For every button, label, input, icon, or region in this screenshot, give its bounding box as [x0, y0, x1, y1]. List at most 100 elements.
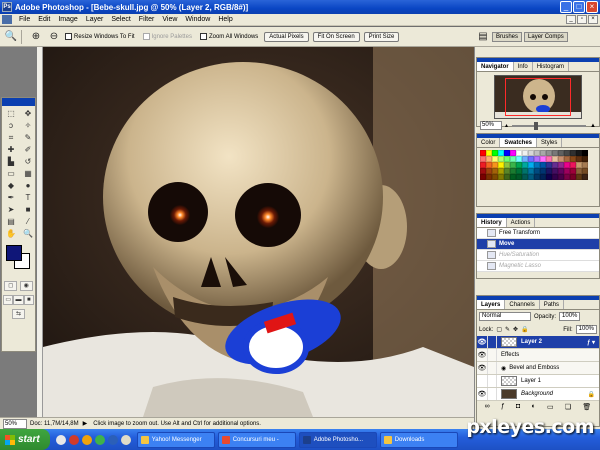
layer-effects-row[interactable]: 👁 Effects: [477, 349, 599, 362]
gradient-tool-icon[interactable]: ▦: [20, 168, 36, 179]
lock-position-icon[interactable]: ✥: [513, 326, 518, 333]
visibility-eye-icon[interactable]: 👁: [477, 364, 487, 372]
zoom-in-icon[interactable]: ⊕: [29, 30, 43, 44]
healing-brush-icon[interactable]: ✚: [3, 144, 19, 155]
layer-row[interactable]: Layer 1: [477, 375, 599, 388]
lock-all-icon[interactable]: 🔒: [521, 326, 528, 333]
history-brush-icon[interactable]: ↺: [20, 156, 36, 167]
layer-row[interactable]: 👁 Layer 2 ƒ ▾: [477, 336, 599, 349]
desktop-icon[interactable]: [55, 434, 66, 445]
layer-row[interactable]: 👁 Background 🔒: [477, 388, 599, 401]
tab-history[interactable]: History: [477, 218, 507, 227]
tab-info[interactable]: Info: [514, 62, 533, 71]
path-selection-icon[interactable]: ➤: [3, 204, 19, 215]
zoom-tool-box-icon[interactable]: 🔍: [20, 228, 36, 239]
actual-pixels-button[interactable]: Actual Pixels: [264, 31, 309, 42]
zoom-out-icon[interactable]: ⊖: [47, 30, 61, 44]
crop-tool-icon[interactable]: ⌗: [3, 132, 19, 143]
document-icon[interactable]: [2, 15, 12, 24]
menu-view[interactable]: View: [158, 16, 181, 23]
effect-eye-icon[interactable]: ◉: [501, 365, 506, 372]
imageready-icon[interactable]: ⇆: [12, 309, 25, 319]
magic-wand-tool-icon[interactable]: ✧: [20, 120, 36, 131]
fill-field[interactable]: 100%: [575, 325, 597, 334]
color-swatch[interactable]: [582, 174, 588, 180]
tab-color[interactable]: Color: [477, 138, 501, 147]
clone-stamp-icon[interactable]: ▙: [3, 156, 19, 167]
tab-actions[interactable]: Actions: [507, 218, 536, 227]
navigator-zoom-out-icon[interactable]: ▴: [505, 122, 508, 129]
ignore-palettes-checkbox[interactable]: Ignore Palettes: [142, 33, 192, 40]
hand-tool-icon[interactable]: ✋: [3, 228, 19, 239]
move-tool-icon[interactable]: ✥: [20, 108, 36, 119]
history-item[interactable]: Hue/Saturation: [477, 250, 599, 261]
eraser-tool-icon[interactable]: ▭: [3, 168, 19, 179]
maximize-button[interactable]: □: [573, 1, 585, 13]
zoom-all-windows-checkbox[interactable]: Zoom All Windows: [199, 33, 258, 40]
start-button[interactable]: start: [0, 429, 50, 450]
lasso-tool-icon[interactable]: ↄ: [3, 120, 19, 131]
new-group-icon[interactable]: ▭: [547, 403, 554, 411]
blur-tool-icon[interactable]: ◆: [3, 180, 19, 191]
folder-icon[interactable]: [120, 434, 131, 445]
link-layers-icon[interactable]: ∞: [485, 403, 490, 411]
status-menu-arrow-icon[interactable]: ▶: [83, 420, 88, 427]
taskbar-item[interactable]: Concursuri meu -: [217, 431, 296, 448]
shape-tool-icon[interactable]: ■: [20, 204, 36, 215]
pen-tool-icon[interactable]: ✒: [3, 192, 19, 203]
history-item[interactable]: Free Transform: [477, 228, 599, 239]
close-button[interactable]: ×: [586, 1, 598, 13]
doc-restore-button[interactable]: ▫: [577, 15, 587, 24]
screen-mode-full-icon[interactable]: ▬: [13, 295, 24, 305]
delete-layer-icon[interactable]: 🗑: [582, 403, 591, 411]
layer-effects-icon[interactable]: ƒ ▾: [587, 339, 595, 346]
zoom-tool-icon[interactable]: 🔍: [4, 30, 18, 44]
dodge-tool-icon[interactable]: ●: [20, 180, 36, 191]
layer-link-slot[interactable]: [487, 375, 497, 387]
notes-tool-icon[interactable]: ▤: [3, 216, 19, 227]
fit-on-screen-button[interactable]: Fit On Screen: [312, 31, 360, 42]
navigator-zoom-field[interactable]: 50%: [480, 121, 502, 130]
slice-tool-icon[interactable]: ✎: [20, 132, 36, 143]
menu-help[interactable]: Help: [214, 16, 236, 23]
firefox-icon[interactable]: [81, 434, 92, 445]
eyedropper-tool-icon[interactable]: ⁄: [20, 216, 36, 227]
quick-mask-icon[interactable]: ◉: [19, 281, 33, 291]
taskbar-item[interactable]: Yahoo! Messenger: [136, 431, 215, 448]
marquee-tool-icon[interactable]: ⬚: [3, 108, 19, 119]
menu-layer[interactable]: Layer: [82, 16, 108, 23]
resize-windows-checkbox[interactable]: Resize Windows To Fit: [65, 33, 135, 40]
tab-paths[interactable]: Paths: [540, 300, 565, 309]
layer-link-slot[interactable]: [487, 388, 497, 400]
layer-comps-tab[interactable]: Layer Comps: [524, 32, 568, 42]
blend-mode-select[interactable]: Normal: [479, 312, 531, 321]
navigator-zoom-in-icon[interactable]: ▲: [590, 123, 596, 129]
add-style-icon[interactable]: ƒ: [501, 403, 505, 411]
menu-window[interactable]: Window: [181, 16, 214, 23]
tab-channels[interactable]: Channels: [505, 300, 540, 309]
media-icon[interactable]: [107, 434, 118, 445]
new-adjustment-icon[interactable]: ◐: [532, 403, 536, 411]
layer-link-slot[interactable]: [487, 336, 497, 348]
menu-edit[interactable]: Edit: [34, 16, 54, 23]
tab-styles[interactable]: Styles: [537, 138, 563, 147]
brush-tool-icon[interactable]: ✐: [20, 144, 36, 155]
lock-transparency-icon[interactable]: ▢: [496, 326, 502, 333]
type-tool-icon[interactable]: T: [20, 192, 36, 203]
visibility-eye-icon[interactable]: 👁: [477, 351, 487, 359]
standard-mode-icon[interactable]: ◻: [4, 281, 18, 291]
tab-swatches[interactable]: Swatches: [500, 138, 538, 147]
menu-filter[interactable]: Filter: [135, 16, 159, 23]
visibility-eye-icon[interactable]: 👁: [477, 338, 487, 346]
layer-effect-row[interactable]: 👁 ◉ Bevel and Emboss: [477, 362, 599, 375]
doc-minimize-button[interactable]: _: [566, 15, 576, 24]
minimize-button[interactable]: _: [560, 1, 572, 13]
menu-select[interactable]: Select: [107, 16, 134, 23]
opacity-field[interactable]: 100%: [559, 312, 581, 321]
new-layer-icon[interactable]: ❏: [565, 403, 571, 411]
screen-mode-black-icon[interactable]: ■: [23, 295, 34, 305]
browser-icon[interactable]: [68, 434, 79, 445]
menu-file[interactable]: File: [15, 16, 34, 23]
tab-layers[interactable]: Layers: [477, 300, 506, 309]
history-item[interactable]: Magnetic Lasso: [477, 261, 599, 272]
